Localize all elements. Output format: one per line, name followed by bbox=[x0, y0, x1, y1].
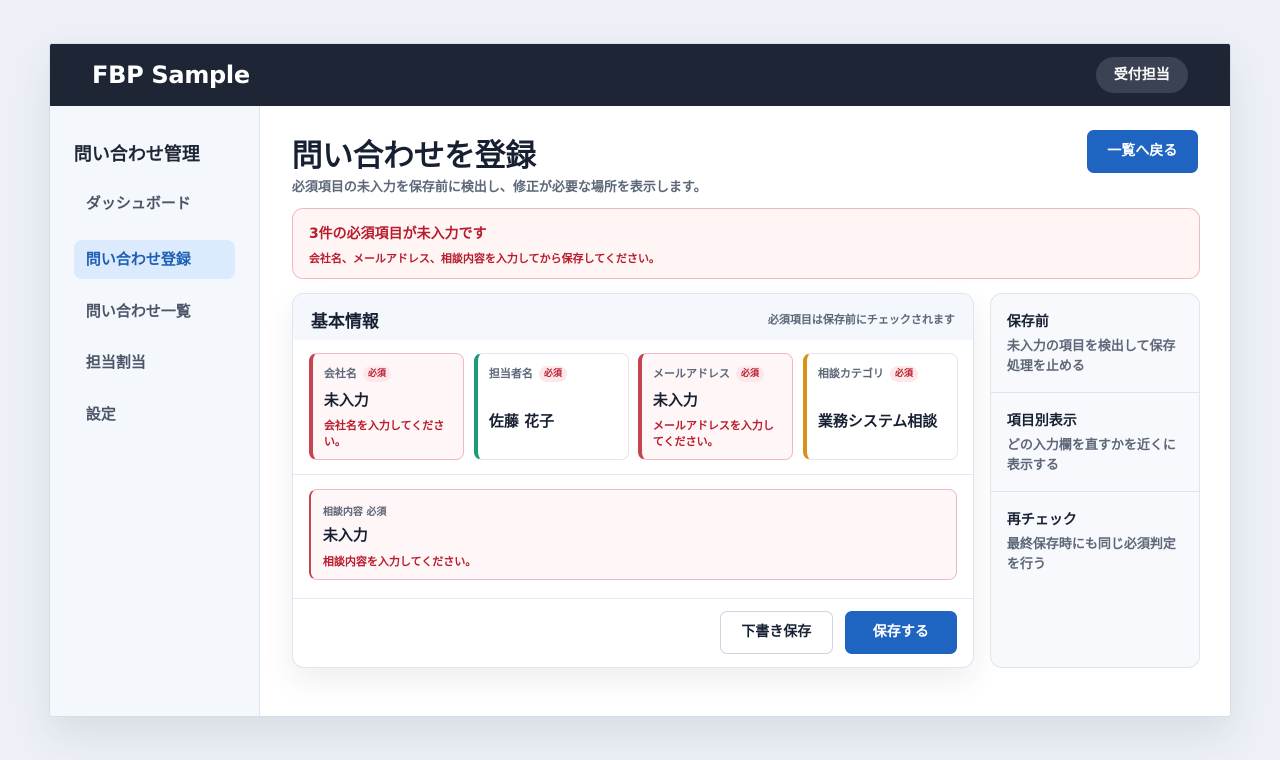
page-title: 問い合わせを登録 bbox=[292, 138, 537, 174]
tip-description: 未入力の項目を検出して保存処理を止める bbox=[1007, 339, 1176, 374]
field-label: メールアドレス 必須 bbox=[653, 365, 765, 382]
top-navigation-bar: FBP Sample 受付担当 bbox=[50, 44, 1230, 106]
field-label: 相談内容 必須 bbox=[323, 507, 387, 518]
required-badge: 必須 bbox=[363, 366, 392, 382]
tip-before-save: 保存前 未入力の項目を検出して保存処理を止める bbox=[991, 294, 1199, 393]
sidebar: 問い合わせ管理 ダッシュボード 問い合わせ登録 問い合わせ一覧 担当割当 設定 bbox=[50, 106, 260, 716]
sidebar-title: 問い合わせ管理 bbox=[74, 144, 200, 165]
form-note: 必須項目は保存前にチェックされます bbox=[768, 313, 955, 326]
contact-person-field[interactable]: 担当者名 必須 佐藤 花子 bbox=[474, 353, 629, 460]
validation-error-banner: 3件の必須項目が未入力です 会社名、メールアドレス、相談内容を入力してから保存し… bbox=[292, 208, 1200, 279]
form-title: 基本情報 bbox=[311, 312, 379, 332]
field-label: 会社名 必須 bbox=[324, 365, 392, 382]
save-draft-button[interactable]: 下書き保存 bbox=[720, 611, 833, 654]
tip-title: 再チェック bbox=[1007, 512, 1077, 528]
brand-logo: FBP Sample bbox=[92, 61, 250, 89]
field-error-message: メールアドレスを入力してください。 bbox=[653, 419, 774, 448]
save-button[interactable]: 保存する bbox=[845, 611, 957, 654]
field-error-message: 相談内容を入力してください。 bbox=[323, 555, 477, 568]
field-value: 未入力 bbox=[323, 526, 369, 544]
error-banner-title: 3件の必須項目が未入力です bbox=[309, 226, 487, 242]
basic-info-form: 基本情報 必須項目は保存前にチェックされます 会社名 必須 未入力 会社名を入力し… bbox=[292, 293, 974, 668]
field-label: 相談カテゴリ 必須 bbox=[818, 365, 919, 382]
sidebar-item-dashboard[interactable]: ダッシュボード bbox=[74, 184, 235, 223]
company-name-field[interactable]: 会社名 必須 未入力 会社名を入力してください。 bbox=[309, 353, 464, 460]
field-value: 未入力 bbox=[653, 391, 699, 409]
field-label: 担当者名 必須 bbox=[489, 365, 568, 382]
sidebar-item-inquiry-registration[interactable]: 問い合わせ登録 bbox=[74, 240, 235, 279]
tip-recheck: 再チェック 最終保存時にも同じ必須判定を行う bbox=[991, 492, 1199, 591]
field-value: 業務システム相談 bbox=[818, 412, 938, 430]
page-subtitle: 必須項目の未入力を保存前に検出し、修正が必要な場所を表示します。 bbox=[292, 180, 707, 195]
form-header: 基本情報 必須項目は保存前にチェックされます bbox=[293, 294, 973, 340]
tip-title: 項目別表示 bbox=[1007, 413, 1077, 429]
tip-description: どの入力欄を直すかを近くに表示する bbox=[1007, 438, 1177, 473]
tip-title: 保存前 bbox=[1007, 314, 1049, 330]
field-error-message: 会社名を入力してください。 bbox=[324, 419, 445, 448]
form-footer-divider bbox=[293, 598, 973, 599]
required-badge: 必須 bbox=[890, 366, 919, 382]
back-to-list-button[interactable]: 一覧へ戻る bbox=[1087, 130, 1198, 173]
sidebar-item-assignment[interactable]: 担当割当 bbox=[74, 343, 235, 382]
sidebar-item-inquiry-list[interactable]: 問い合わせ一覧 bbox=[74, 292, 235, 331]
main-content: 問い合わせを登録 必須項目の未入力を保存前に検出し、修正が必要な場所を表示します… bbox=[260, 106, 1230, 716]
consultation-category-field[interactable]: 相談カテゴリ 必須 業務システム相談 bbox=[803, 353, 958, 460]
required-badge: 必須 bbox=[539, 366, 568, 382]
form-divider bbox=[293, 474, 973, 475]
email-field[interactable]: メールアドレス 必須 未入力 メールアドレスを入力してください。 bbox=[638, 353, 793, 460]
tip-description: 最終保存時にも同じ必須判定を行う bbox=[1007, 537, 1177, 572]
error-banner-message: 会社名、メールアドレス、相談内容を入力してから保存してください。 bbox=[309, 252, 661, 265]
user-role-button[interactable]: 受付担当 bbox=[1096, 57, 1188, 93]
validation-tips-panel: 保存前 未入力の項目を検出して保存処理を止める 項目別表示 どの入力欄を直すかを… bbox=[990, 293, 1200, 668]
app-window: FBP Sample 受付担当 問い合わせ管理 ダッシュボード 問い合わせ登録 … bbox=[49, 43, 1231, 717]
field-value: 未入力 bbox=[324, 391, 370, 409]
field-value: 佐藤 花子 bbox=[489, 412, 555, 430]
consultation-content-field[interactable]: 相談内容 必須 未入力 相談内容を入力してください。 bbox=[309, 489, 957, 580]
sidebar-item-settings[interactable]: 設定 bbox=[74, 395, 235, 434]
tip-field-display: 項目別表示 どの入力欄を直すかを近くに表示する bbox=[991, 393, 1199, 492]
required-badge: 必須 bbox=[736, 366, 765, 382]
